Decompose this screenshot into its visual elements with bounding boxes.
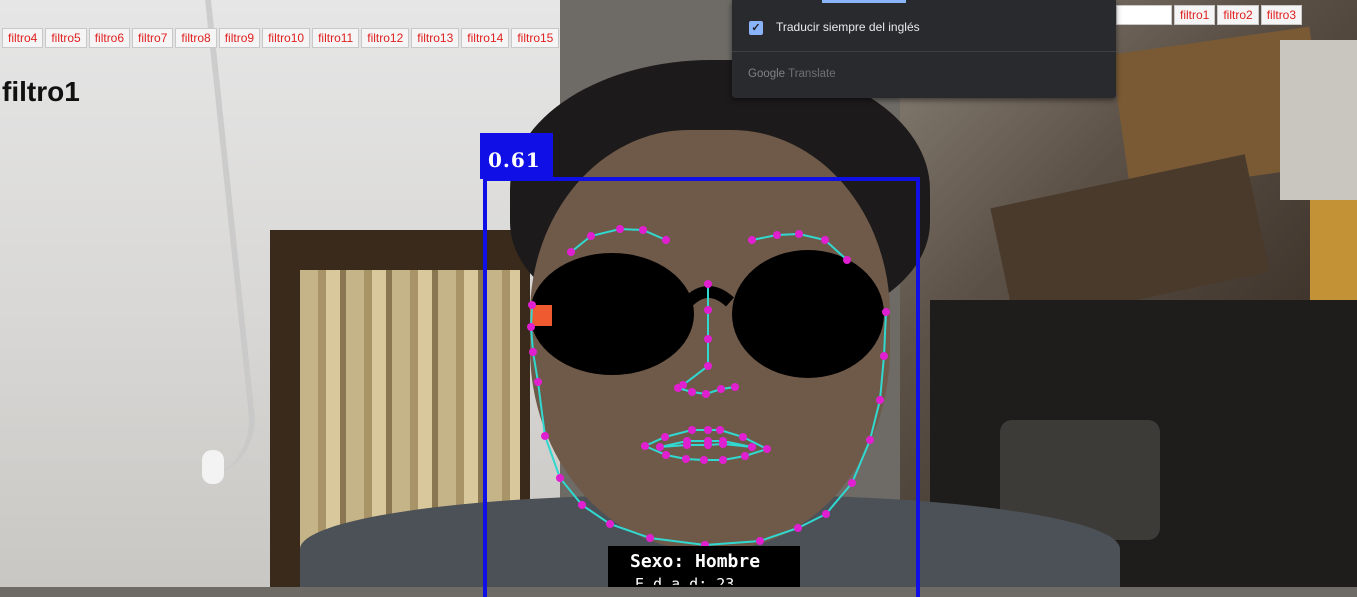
footer-brand: Google — [748, 68, 786, 80]
filter-button-15[interactable]: filtro15 — [511, 28, 560, 48]
filter-button-1[interactable]: filtro1 — [1174, 5, 1216, 25]
always-translate-option[interactable]: Traducir siempre del inglés — [776, 20, 920, 34]
filter-buttons-left: filtro4 filtro5 filtro6 filtro7 filtro8 … — [2, 28, 560, 48]
translate-popup: ✓ Traducir siempre del inglés Google Tra… — [732, 0, 1116, 98]
filter-button-5[interactable]: filtro5 — [45, 28, 87, 48]
filter-buttons-right: filtro1 filtro2 filtro3 — [1116, 5, 1303, 25]
popup-active-tab-indicator — [822, 0, 906, 3]
gender-label: Sexo: Hombre — [630, 551, 761, 572]
checkbox-icon[interactable]: ✓ — [749, 21, 763, 35]
filter-button-7[interactable]: filtro7 — [132, 28, 174, 48]
filter-button-10[interactable]: filtro10 — [262, 28, 311, 48]
filter-button-2[interactable]: filtro2 — [1217, 5, 1259, 25]
footer-product: Translate — [788, 68, 836, 80]
filter-button-6[interactable]: filtro6 — [88, 28, 131, 48]
filter-button-8[interactable]: filtro8 — [175, 28, 217, 48]
filter-button-3[interactable]: filtro3 — [1260, 5, 1303, 25]
blank-button[interactable] — [1116, 5, 1172, 25]
google-translate-footer: Google Translate — [748, 68, 836, 80]
popup-divider — [732, 51, 1116, 52]
filter-button-4[interactable]: filtro4 — [2, 28, 44, 48]
face-detection-box — [483, 177, 920, 597]
filter-button-11[interactable]: filtro11 — [312, 28, 360, 48]
page-title: filtro1 — [2, 76, 80, 107]
filter-button-9[interactable]: filtro9 — [218, 28, 261, 48]
filter-button-12[interactable]: filtro12 — [361, 28, 410, 48]
detection-score: 0.61 — [488, 148, 541, 172]
filter-button-14[interactable]: filtro14 — [461, 28, 510, 48]
filter-button-13[interactable]: filtro13 — [411, 28, 460, 48]
